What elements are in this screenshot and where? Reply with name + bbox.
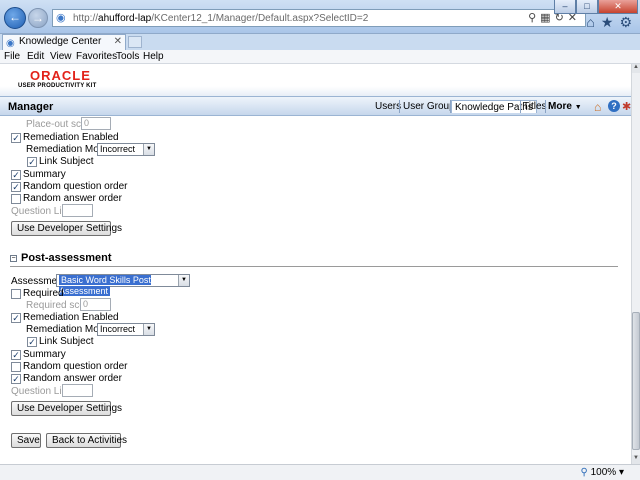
menu-help[interactable]: Help: [143, 51, 164, 62]
vertical-scrollbar[interactable]: ▲ ▼: [631, 64, 640, 464]
tab-row: ◉ Knowledge Center ✕: [0, 34, 640, 50]
manager-title: Manager: [8, 101, 54, 113]
page-content: ORACLE USER PRODUCTIVITY KIT Manager Use…: [0, 64, 631, 464]
nav-users[interactable]: Users: [375, 101, 401, 112]
tab-knowledge-center[interactable]: ◉ Knowledge Center ✕: [2, 34, 126, 50]
post-link-subject-checkbox[interactable]: ✓: [27, 337, 37, 347]
scrollbar-thumb[interactable]: [632, 312, 640, 450]
post-required-checkbox[interactable]: [11, 289, 21, 299]
tab-close-icon[interactable]: ✕: [114, 35, 122, 49]
scroll-down-icon[interactable]: ▼: [632, 455, 640, 464]
chevron-down-icon: ▼: [178, 275, 189, 286]
pre-summary-label: Summary: [23, 169, 66, 180]
back-to-activities-button[interactable]: Back to Activities: [46, 433, 127, 448]
nav-titles[interactable]: Titles: [523, 101, 547, 112]
status-bar: ⚲ 100% ▾: [0, 464, 640, 480]
compat-icon[interactable]: ▦: [540, 12, 554, 24]
nav-more[interactable]: More ▼: [548, 101, 582, 112]
pre-remediation-checkbox[interactable]: ✓: [11, 133, 21, 143]
manager-bar: Manager Users User Groups Knowledge Path…: [0, 96, 631, 116]
post-random-question-checkbox[interactable]: [11, 362, 21, 372]
menu-favorites[interactable]: Favorites: [76, 51, 117, 62]
oracle-logo: ORACLE: [30, 68, 91, 83]
pre-random-answer-checkbox[interactable]: [11, 194, 21, 204]
browser-title-bar: ← → ◉ http://ahufford-lap/KCenter12_1/Ma…: [0, 0, 640, 34]
save-button[interactable]: Save: [11, 433, 41, 448]
zoom-level: 100%: [590, 467, 617, 478]
product-name: USER PRODUCTIVITY KIT: [18, 83, 97, 89]
pre-link-subject-checkbox[interactable]: ✓: [27, 157, 37, 167]
post-required-label: Required: [23, 288, 64, 299]
chevron-down-icon: ▼: [574, 104, 582, 111]
post-remediation-label: Remediation Enabled: [23, 312, 119, 323]
url-text: http://ahufford-lap/KCenter12_1/Manager/…: [73, 13, 369, 24]
maximize-button[interactable]: □: [576, 0, 598, 14]
assessment-value: Basic Word Skills Post Assessment: [59, 275, 151, 296]
required-score-input[interactable]: 0: [80, 298, 111, 311]
post-random-answer-label: Random answer order: [23, 373, 122, 384]
post-summary-label: Summary: [23, 349, 66, 360]
pre-remediation-label: Remediation Enabled: [23, 132, 119, 143]
upk-header: ORACLE USER PRODUCTIVITY KIT: [0, 64, 631, 96]
menu-file[interactable]: File: [4, 51, 20, 62]
assessment-select[interactable]: Basic Word Skills Post Assessment ▼: [56, 274, 190, 296]
exit-icon[interactable]: ✱: [622, 100, 631, 113]
nav-more-label: More: [548, 101, 572, 112]
post-remediation-checkbox[interactable]: ✓: [11, 313, 21, 323]
pre-summary-checkbox[interactable]: ✓: [11, 170, 21, 180]
menu-edit[interactable]: Edit: [27, 51, 44, 62]
help-icon[interactable]: ?: [608, 100, 620, 112]
favorites-star-icon[interactable]: ★: [601, 14, 614, 31]
place-out-score-input[interactable]: 0: [81, 117, 111, 130]
post-modes-select[interactable]: Incorrect ▼: [97, 323, 155, 336]
collapse-icon[interactable]: −: [10, 255, 17, 262]
pre-modes-value: Incorrect: [100, 144, 136, 154]
close-window-button[interactable]: ✕: [598, 0, 638, 14]
chevron-down-icon: ▼: [143, 144, 154, 155]
home-icon[interactable]: ⌂: [586, 14, 594, 31]
menu-view[interactable]: View: [50, 51, 72, 62]
menu-bar: File Edit View Favorites Tools Help: [0, 50, 640, 64]
post-assessment-heading: Post-assessment: [21, 252, 112, 264]
page-icon: ◉: [6, 38, 15, 49]
scroll-up-icon[interactable]: ▲: [632, 64, 640, 73]
post-summary-checkbox[interactable]: ✓: [11, 350, 21, 360]
pre-random-answer-label: Random answer order: [23, 193, 122, 204]
nav-separator: [399, 100, 400, 113]
post-modes-value: Incorrect: [100, 324, 136, 334]
pre-random-question-label: Random question order: [23, 181, 128, 192]
post-random-answer-checkbox[interactable]: ✓: [11, 374, 21, 384]
pre-link-subject-label: Link Subject: [39, 156, 94, 167]
menu-tools[interactable]: Tools: [116, 51, 139, 62]
page-icon: ◉: [56, 12, 66, 24]
nav-separator: [520, 100, 521, 113]
back-button[interactable]: ←: [4, 7, 26, 29]
post-link-subject-label: Link Subject: [39, 336, 94, 347]
post-random-question-label: Random question order: [23, 361, 128, 372]
nav-separator: [545, 100, 546, 113]
pre-use-developer-settings-button[interactable]: Use Developer Settings: [11, 221, 122, 236]
chevron-down-icon: ▼: [143, 324, 154, 335]
gear-icon[interactable]: ⚙: [619, 14, 632, 31]
minimize-button[interactable]: –: [554, 0, 576, 14]
address-bar[interactable]: ◉ http://ahufford-lap/KCenter12_1/Manage…: [52, 9, 586, 27]
forward-button[interactable]: →: [28, 8, 48, 28]
section-divider: [10, 266, 618, 267]
zoom-icon: ⚲: [580, 467, 588, 478]
new-tab-button[interactable]: [128, 36, 142, 48]
tab-title: Knowledge Center: [19, 36, 102, 47]
search-icon[interactable]: ⚲: [528, 12, 540, 24]
pre-modes-select[interactable]: Incorrect ▼: [97, 143, 155, 156]
home-icon[interactable]: ⌂: [594, 100, 601, 114]
post-use-developer-settings-button[interactable]: Use Developer Settings: [11, 401, 122, 416]
knowledge-path-settings: Place-out score: 0 ✓ Remediation Enabled…: [0, 116, 631, 464]
post-question-limit-input[interactable]: [62, 384, 93, 397]
window-controls: – □ ✕: [554, 0, 638, 14]
pre-random-question-checkbox[interactable]: ✓: [11, 182, 21, 192]
zoom-control[interactable]: ⚲ 100% ▾: [581, 467, 625, 478]
pre-question-limit-input[interactable]: [62, 204, 93, 217]
browser-icons: ⌂ ★ ⚙: [586, 14, 632, 31]
